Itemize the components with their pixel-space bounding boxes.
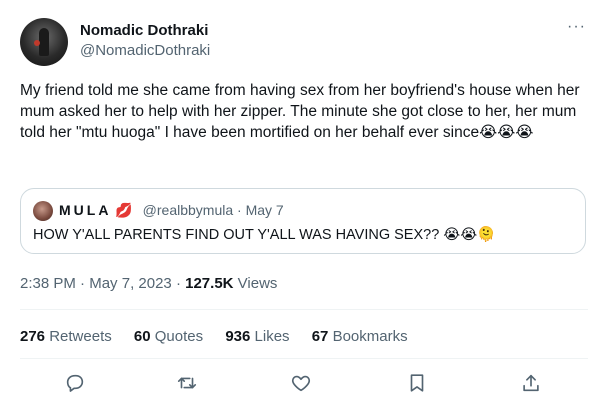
- bookmarks-count: 67: [311, 328, 329, 345]
- author-handle[interactable]: @NomadicDothraki: [80, 42, 210, 59]
- views-count: 127.5K: [185, 275, 234, 292]
- likes-stat[interactable]: 936 Likes: [225, 328, 293, 345]
- quotes-count: 60: [133, 328, 151, 345]
- quote-handle: @realbbymula: [142, 202, 234, 218]
- author-avatar[interactable]: [20, 18, 68, 66]
- bookmarks-stat[interactable]: 67 Bookmarks: [312, 328, 408, 345]
- tweet-date[interactable]: May 7, 2023: [89, 275, 172, 292]
- quote-author-name: MULA: [59, 202, 112, 218]
- tweet-card: Nomadic Dothraki @NomadicDothraki ··· My…: [0, 0, 608, 408]
- likes-label: Likes: [254, 328, 290, 345]
- quotes-stat[interactable]: 60 Quotes: [134, 328, 207, 345]
- tweet-timestamp: 2:38 PM · May 7, 2023 · 127.5K Views: [20, 275, 277, 292]
- share-icon[interactable]: [520, 372, 544, 396]
- views-label: Views: [237, 275, 278, 292]
- retweet-icon[interactable]: [176, 372, 200, 396]
- tweet-text: My friend told me she came from having s…: [20, 82, 580, 141]
- more-horizontal-icon[interactable]: ···: [567, 19, 586, 35]
- author-display-name[interactable]: Nomadic Dothraki: [80, 22, 208, 39]
- tweet-time[interactable]: 2:38 PM: [20, 275, 76, 292]
- avatar-accent: [34, 40, 40, 46]
- retweets-label: Retweets: [49, 328, 112, 345]
- divider-bottom: [20, 358, 588, 359]
- retweets-count: 276: [20, 328, 46, 345]
- reply-icon[interactable]: [64, 372, 88, 396]
- bookmark-icon[interactable]: [406, 372, 430, 396]
- likes-count: 936: [225, 328, 251, 345]
- quote-separator: ·: [237, 202, 242, 218]
- meta-separator-2: ·: [175, 275, 181, 292]
- quotes-label: Quotes: [154, 328, 204, 345]
- like-icon[interactable]: [290, 372, 314, 396]
- quote-text: HOW Y'ALL PARENTS FIND OUT Y'ALL WAS HAV…: [33, 227, 496, 243]
- quoted-tweet[interactable]: MULA 💋 @realbbymula · May 7 HOW Y'ALL PA…: [20, 188, 586, 254]
- quote-avatar: [33, 201, 53, 221]
- engagement-stats: 276 Retweets 60 Quotes 936 Likes 67 Book…: [20, 328, 426, 345]
- action-bar: [0, 372, 608, 400]
- bookmarks-label: Bookmarks: [332, 328, 408, 345]
- avatar-figure: [39, 28, 49, 56]
- quote-date: May 7: [245, 202, 284, 218]
- divider-top: [20, 309, 588, 310]
- meta-separator: ·: [80, 275, 86, 292]
- quote-header: MULA 💋 @realbbymula · May 7: [59, 202, 284, 219]
- lips-emoji-icon: 💋: [115, 202, 133, 218]
- retweets-stat[interactable]: 276 Retweets: [20, 328, 116, 345]
